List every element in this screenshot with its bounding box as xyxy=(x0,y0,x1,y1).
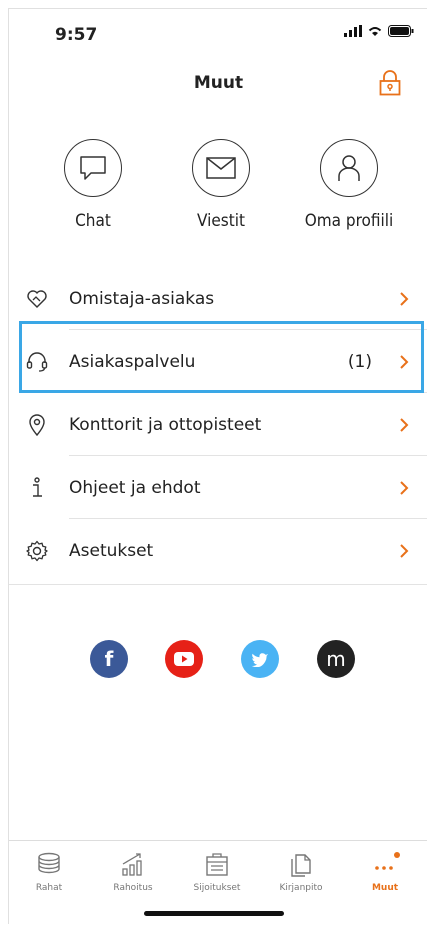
menu-item-settings[interactable]: Asetukset xyxy=(9,519,427,582)
tab-label: Rahoitus xyxy=(113,883,153,893)
info-icon xyxy=(33,476,42,497)
profile-label: Oma profiili xyxy=(304,211,394,231)
facebook-icon[interactable]: f xyxy=(90,640,128,678)
quick-actions: Chat Viestit Oma profiili xyxy=(9,139,427,249)
tab-label: Rahat xyxy=(35,883,63,893)
section-divider xyxy=(9,584,427,585)
social-links: f m xyxy=(9,640,427,680)
coins-icon xyxy=(38,852,60,874)
menu-item-help-terms[interactable]: Ohjeet ja ehdot xyxy=(9,456,427,519)
app-screen: 9:57 Muut Chat Viestit Oma profiili Omis… xyxy=(8,8,427,924)
wifi-icon xyxy=(368,27,382,36)
twitter-icon[interactable] xyxy=(241,640,279,678)
header: Muut xyxy=(9,59,427,109)
growth-chart-icon xyxy=(122,853,142,876)
chat-button[interactable]: Chat xyxy=(33,139,153,231)
chat-label: Chat xyxy=(75,211,111,231)
signal-icon xyxy=(344,25,362,37)
menu-list: Omistaja-asiakas Asiakaspalvelu (1) Kont… xyxy=(9,267,427,582)
lock-button[interactable] xyxy=(374,67,406,99)
tab-rahoitus[interactable]: Rahoitus xyxy=(93,851,173,893)
selection-highlight xyxy=(19,321,424,393)
messages-label: Viestit xyxy=(197,211,245,231)
more-dots-icon xyxy=(375,852,400,870)
tab-label: Sijoitukset xyxy=(193,883,241,893)
home-indicator xyxy=(144,911,284,916)
handshake-icon xyxy=(27,289,47,308)
menu-item-label: Asetukset xyxy=(69,540,154,561)
envelope-icon xyxy=(206,157,236,179)
menu-item-offices[interactable]: Konttorit ja ottopisteet xyxy=(9,393,427,456)
chat-icon xyxy=(80,156,106,180)
status-icons xyxy=(344,25,414,37)
chevron-right-icon xyxy=(400,291,409,306)
menu-item-label: Ohjeet ja ehdot xyxy=(69,477,201,498)
profile-circle xyxy=(320,139,378,197)
chevron-right-icon xyxy=(400,480,409,495)
menu-item-label: Omistaja-asiakas xyxy=(69,288,215,309)
chevron-right-icon xyxy=(400,417,409,432)
tab-label: Kirjanpito xyxy=(279,883,323,893)
page-title: Muut xyxy=(193,73,244,93)
messages-circle xyxy=(192,139,250,197)
chevron-right-icon xyxy=(400,543,409,558)
tab-rahat[interactable]: Rahat xyxy=(9,851,89,893)
medium-icon[interactable]: m xyxy=(317,640,355,678)
tab-label: Muut xyxy=(371,883,399,893)
tab-muut[interactable]: Muut xyxy=(345,851,425,893)
briefcase-icon xyxy=(206,853,228,876)
lock-icon xyxy=(379,70,401,96)
tab-kirjanpito[interactable]: Kirjanpito xyxy=(261,851,341,893)
battery-icon xyxy=(388,25,414,37)
tab-sijoitukset[interactable]: Sijoitukset xyxy=(177,851,257,893)
location-pin-icon xyxy=(29,413,45,436)
status-bar: 9:57 xyxy=(17,9,427,59)
status-time: 9:57 xyxy=(55,25,98,45)
gear-icon xyxy=(26,540,48,561)
profile-button[interactable]: Oma profiili xyxy=(289,139,409,231)
chat-circle xyxy=(64,139,122,197)
youtube-icon[interactable] xyxy=(165,640,203,678)
person-icon xyxy=(338,155,360,181)
menu-item-label: Konttorit ja ottopisteet xyxy=(69,414,262,435)
documents-icon xyxy=(291,854,311,877)
messages-button[interactable]: Viestit xyxy=(161,139,281,231)
